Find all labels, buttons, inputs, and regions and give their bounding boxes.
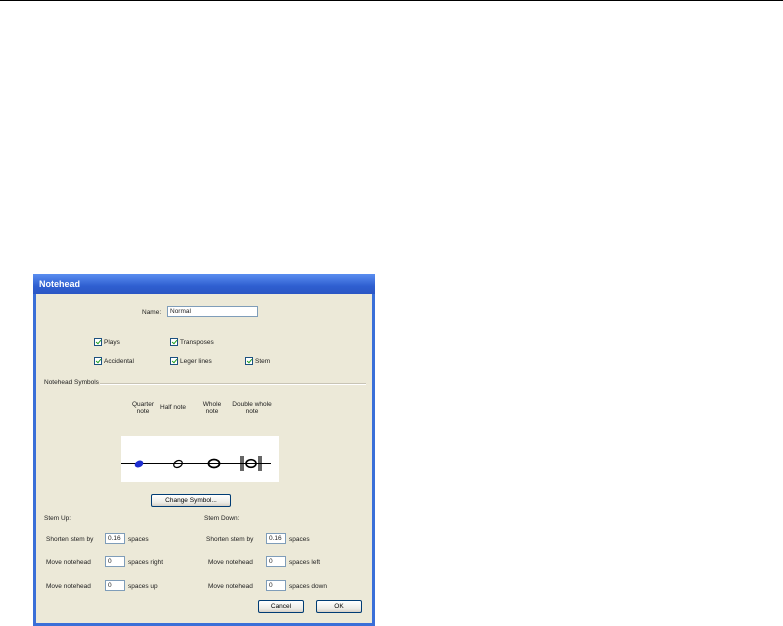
plays-checkbox[interactable]: [94, 338, 102, 346]
stem-up-move2-label: Move notehead: [46, 583, 91, 590]
quarter-note-header: Quarter note: [131, 401, 155, 415]
cancel-button[interactable]: Cancel: [258, 600, 304, 613]
stem-up-title: Stem Up:: [44, 515, 72, 522]
stem-down-move1-unit: spaces left: [289, 559, 321, 566]
title-bar[interactable]: Notehead: [33, 274, 375, 294]
stem-up-move-right-field[interactable]: 0: [105, 556, 125, 567]
stem-checkbox[interactable]: [245, 357, 253, 365]
stem-up-shorten-field[interactable]: 0.16: [105, 533, 125, 544]
half-note-header: Half note: [160, 404, 187, 411]
plays-label: Plays: [104, 339, 120, 346]
dialog-title: Notehead: [39, 279, 81, 289]
notehead-dialog: Notehead Name: Normal Plays Transposes A…: [33, 274, 375, 626]
accidental-checkbox[interactable]: [94, 357, 102, 365]
stem-up-move-up-field[interactable]: 0: [105, 580, 125, 591]
stem-down-shorten-unit: spaces: [289, 536, 310, 543]
leger-lines-checkbox[interactable]: [170, 357, 178, 365]
change-symbol-button[interactable]: Change Symbol...: [151, 494, 231, 507]
accidental-label: Accidental: [104, 358, 134, 365]
notehead-symbols-preview[interactable]: [121, 436, 279, 482]
double-whole-notehead-icon: [240, 456, 262, 471]
double-whole-note-header: Double whole note: [232, 401, 272, 415]
stem-up-move1-label: Move notehead: [46, 559, 91, 566]
transposes-checkbox[interactable]: [170, 338, 178, 346]
stem-down-move2-unit: spaces down: [289, 583, 327, 590]
group-divider: [100, 383, 366, 385]
half-notehead-icon: [173, 459, 183, 469]
stem-down-shorten-field[interactable]: 0.16: [266, 533, 286, 544]
stem-up-shorten-unit: spaces: [128, 536, 149, 543]
stem-down-move1-label: Move notehead: [208, 559, 253, 566]
leger-lines-label: Leger lines: [180, 358, 212, 365]
name-label: Name:: [142, 309, 162, 316]
stem-down-shorten-label: Shorten stem by: [206, 536, 254, 543]
stem-down-title: Stem Down:: [204, 515, 240, 522]
dialog-body: Name: Normal Plays Transposes Accidental…: [36, 294, 372, 623]
transposes-label: Transposes: [180, 339, 214, 346]
name-field[interactable]: Normal: [167, 306, 258, 317]
stem-down-move-left-field[interactable]: 0: [266, 556, 286, 567]
ok-button[interactable]: OK: [316, 600, 362, 613]
whole-note-header: Whole note: [202, 401, 222, 415]
stem-up-move1-unit: spaces right: [128, 559, 164, 566]
quarter-notehead-icon: [134, 460, 144, 468]
stem-down-move-down-field[interactable]: 0: [266, 580, 286, 591]
stem-label: Stem: [255, 358, 271, 365]
notehead-symbols-group-label: Notehead Symbols: [44, 379, 99, 386]
stem-down-move2-label: Move notehead: [208, 583, 253, 590]
whole-notehead-icon: [207, 458, 221, 469]
top-rule: [0, 0, 783, 1]
stem-up-move2-unit: spaces up: [128, 583, 158, 590]
stem-up-shorten-label: Shorten stem by: [46, 536, 94, 543]
